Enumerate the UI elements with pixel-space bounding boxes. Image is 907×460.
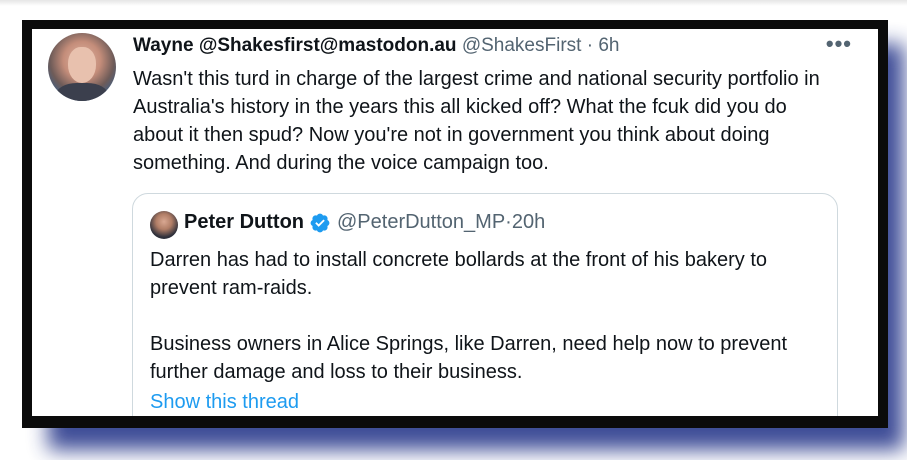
top-strip <box>0 0 907 6</box>
quoted-paragraph: Business owners in Alice Springs, like D… <box>150 333 788 383</box>
quoted-tweet-time[interactable]: 20h <box>512 211 545 234</box>
more-options-icon[interactable]: ••• <box>826 31 852 57</box>
quoted-avatar[interactable] <box>150 211 178 239</box>
separator-dot: · <box>586 35 594 56</box>
avatar[interactable] <box>48 33 116 101</box>
quoted-separator-dot: · <box>505 211 512 233</box>
verified-badge-icon <box>310 213 330 232</box>
avatar-face <box>68 47 96 83</box>
avatar-shirt <box>56 83 108 101</box>
show-thread-link[interactable]: Show this thread <box>150 391 299 414</box>
author-name[interactable]: Wayne @Shakesfirst@mastodon.au <box>133 35 457 56</box>
quoted-paragraph: Darren has had to install concrete bolla… <box>150 249 768 299</box>
author-handle[interactable]: @ShakesFirst <box>462 35 582 56</box>
tweet-header: Wayne @Shakesfirst@mastodon.au @ShakesFi… <box>133 35 619 57</box>
tweet-time[interactable]: 6h <box>598 35 619 56</box>
quoted-text: Darren has had to install concrete bolla… <box>150 246 830 414</box>
quoted-author-handle[interactable]: @PeterDutton_MP <box>337 211 505 234</box>
quoted-tweet[interactable]: Peter Dutton @PeterDutton_MP · 20h Darre… <box>132 193 838 416</box>
quoted-header: Peter Dutton @PeterDutton_MP · 20h <box>184 211 545 234</box>
tweet-card[interactable]: Wayne @Shakesfirst@mastodon.au @ShakesFi… <box>32 29 878 416</box>
tweet-text: Wasn't this turd in charge of the larges… <box>133 68 820 174</box>
quoted-author-name[interactable]: Peter Dutton <box>184 211 304 234</box>
